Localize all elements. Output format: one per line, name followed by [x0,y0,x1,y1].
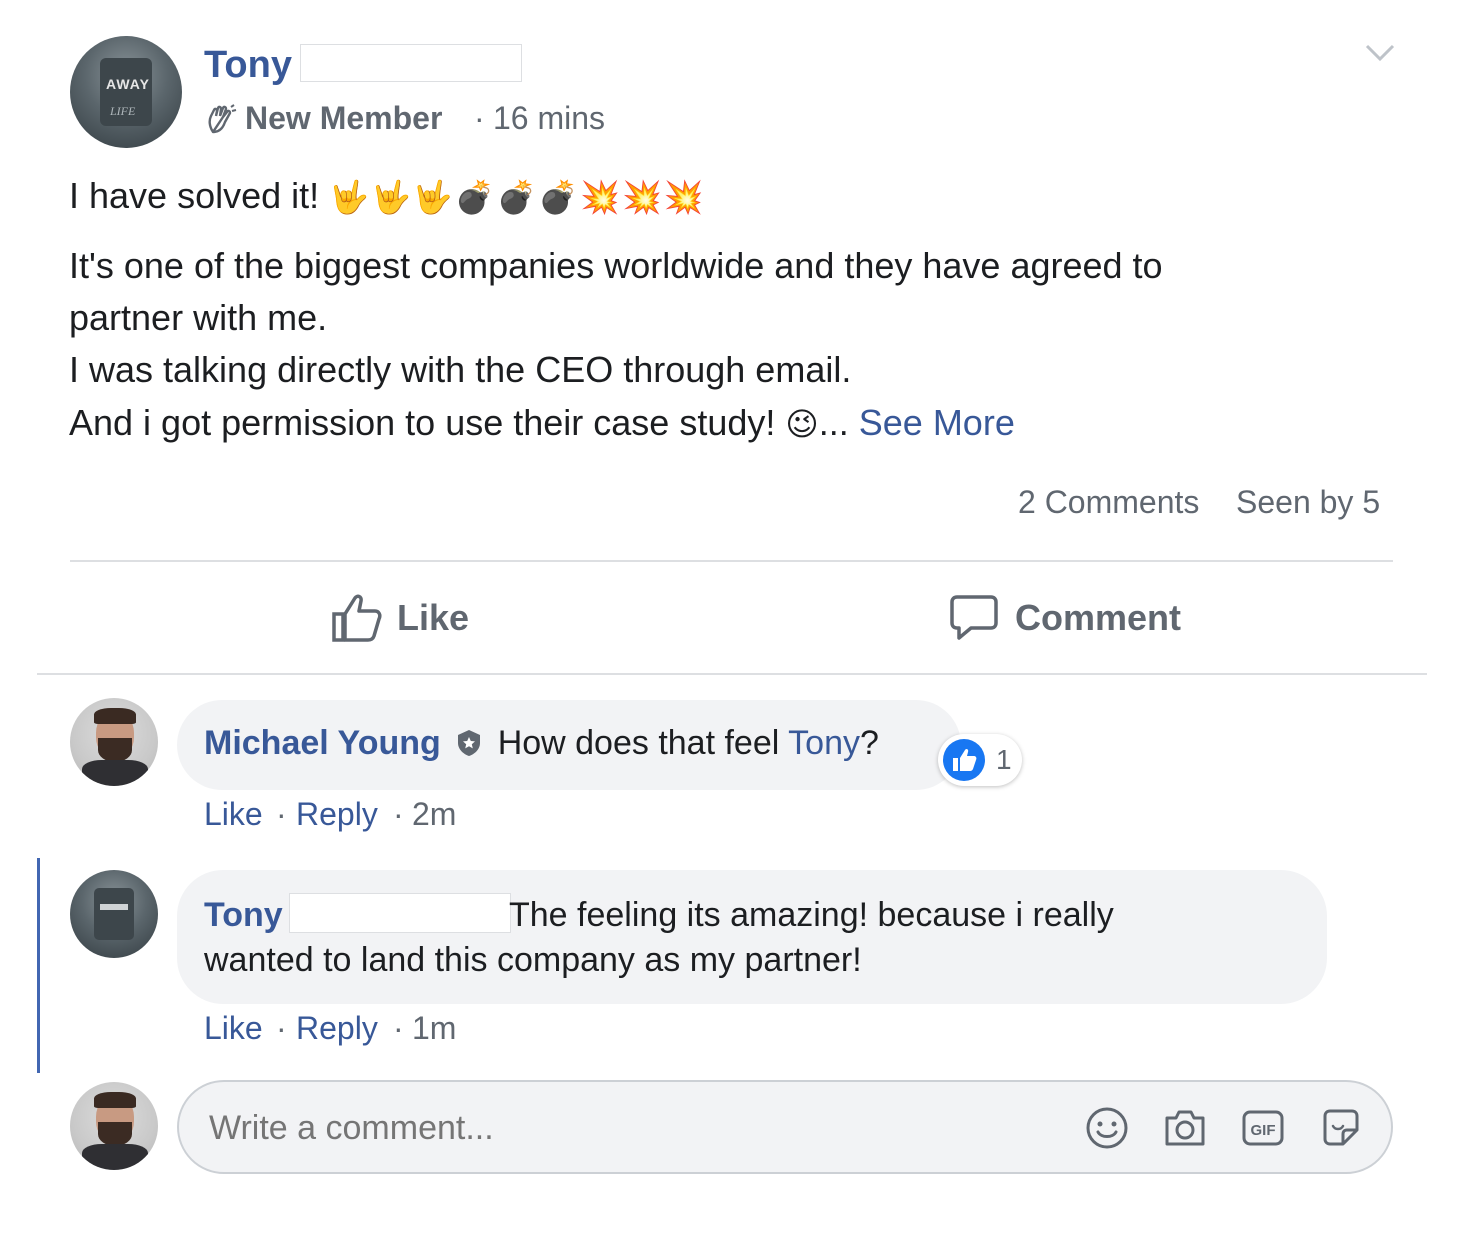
post-author-name[interactable]: Tony [204,44,292,87]
redacted-surname [300,44,522,82]
member-badge[interactable]: New Member [245,100,442,137]
actions-divider-bottom [37,673,1427,675]
post-text-line-2: It's one of the biggest companies worldw… [69,245,1163,286]
like-reaction-icon [942,738,986,782]
avatar-shirt-text-2: LIFE [110,104,136,118]
reply-sep-1: · [276,1010,287,1046]
seen-by-count[interactable]: Seen by 5 [1236,484,1380,521]
meta-separator: · [474,100,485,136]
comment-button[interactable]: Comment [949,588,1181,648]
verified-icon [454,728,484,758]
commenter-avatar[interactable] [70,698,158,786]
comment-sep-2: · [393,796,404,832]
post-line-1-text: I have solved it! [69,175,320,216]
composer-avatar [70,1082,158,1170]
comments-count[interactable]: 2 Comments [1018,484,1199,521]
reply-sep-2: · [393,1010,404,1046]
actions-divider-top [70,560,1393,562]
reply-avatar[interactable] [70,870,158,958]
comment-punct: ? [859,724,879,762]
comment-line: Michael Young How does that feel Tony? [204,724,879,763]
svg-text:GIF: GIF [1251,1122,1276,1139]
reply-reply-link[interactable]: Reply [296,1010,378,1047]
reply-bubble [177,870,1327,1004]
comment-reply-link[interactable]: Reply [296,796,378,833]
reaction-count: 1 [996,744,1012,775]
comment-text: How does that feel [497,724,780,762]
reply-text-2: wanted to land this company as my partne… [204,941,862,979]
reply-time[interactable]: 1m [412,1010,456,1047]
chevron-down-icon[interactable] [1363,40,1397,66]
post-card: AWAY LIFE Tony New Member · 16 mins I ha… [37,0,1427,1194]
mention-link[interactable]: Tony [788,724,860,762]
reply-thread-line [37,858,40,1073]
reaction-pill[interactable]: 1 [938,734,1022,786]
comment-sep-1: · [276,796,287,832]
post-line-1-emoji: 🤟🤟🤟💣💣💣💥💥💥 [329,179,706,215]
post-text-line-5: And i got permission to use their case s… [69,397,1015,450]
speech-bubble-icon [949,593,999,643]
like-label: Like [397,597,470,638]
reply-line-1: Tony [204,896,283,935]
post-text-line-3: partner with me. [69,297,328,338]
comment-like-link[interactable]: Like [204,796,263,833]
post-text-line-4: I was talking directly with the CEO thro… [69,349,852,390]
comment-label: Comment [1015,597,1182,638]
wink-emoji: 😉 [785,406,819,442]
comment-input[interactable] [207,1102,1051,1154]
avatar-shirt-text: AWAY [106,76,150,92]
thumbs-up-icon [331,592,383,644]
reply-author-name[interactable]: Tony [204,896,283,934]
reply-like-link[interactable]: Like [204,1010,263,1047]
sticker-icon[interactable] [1319,1106,1363,1150]
post-line-5-text: And i got permission to use their case s… [69,402,776,443]
comment-composer[interactable]: GIF [177,1080,1393,1174]
post-timestamp[interactable]: 16 mins [493,100,605,137]
gif-icon[interactable]: GIF [1241,1106,1285,1150]
comment-author-name[interactable]: Michael Young [204,724,441,762]
see-more-link[interactable]: See More [859,402,1015,443]
like-button[interactable]: Like [331,588,469,648]
reply-text-1: The feeling its amazing! because i reall… [509,896,1114,934]
post-text-line-1: I have solved it! 🤟🤟🤟💣💣💣💥💥💥 [69,170,706,223]
ellipsis: ... [818,402,849,443]
author-avatar[interactable]: AWAY LIFE [70,36,182,148]
wave-hand-icon [205,104,237,136]
camera-icon[interactable] [1163,1106,1207,1150]
emoji-icon[interactable] [1085,1106,1129,1150]
reply-redacted-surname [289,893,511,933]
comment-time[interactable]: 2m [412,796,456,833]
